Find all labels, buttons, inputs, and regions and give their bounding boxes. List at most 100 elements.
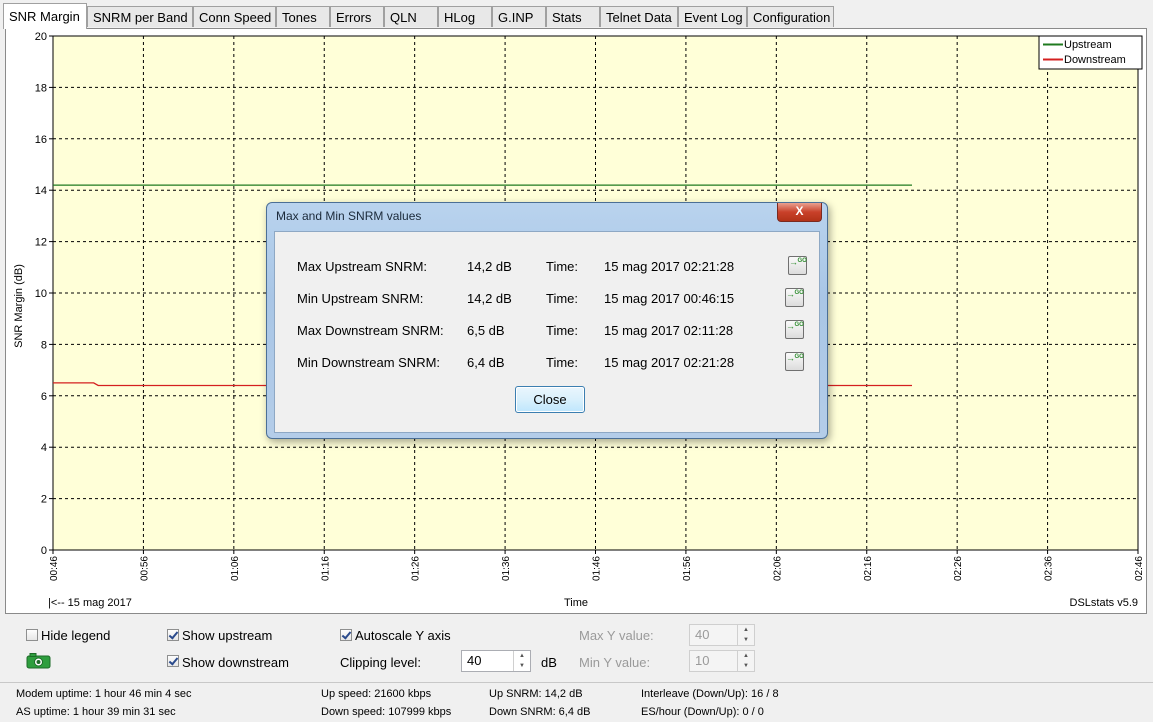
spin-up-icon[interactable]: ▲ [738,651,754,661]
snrm-row: Min Upstream SNRM: 14,2 dB Time: 15 mag … [275,288,819,311]
x-tick-label: 01:46 [592,556,603,581]
time-label: Time: [546,259,579,274]
tab-snrm-per-band[interactable]: SNRM per Band [87,6,193,27]
go-button[interactable]: → GO [785,352,804,371]
hide-legend-checkbox[interactable] [26,629,38,641]
time-label: Time: [546,355,579,370]
date-label: |<-- 15 mag 2017 [48,597,132,609]
legend: Upstream Downstream [1038,35,1143,70]
y-tick-label: 12 [35,237,47,249]
x-tick-label: 01:36 [501,556,512,581]
snrm-value: 14,2 dB [467,259,512,274]
tab-telnet-data[interactable]: Telnet Data [600,6,678,27]
snrm-row: Max Upstream SNRM: 14,2 dB Time: 15 mag … [275,256,819,279]
y-tick-label: 16 [35,134,47,146]
clipping-level-input[interactable]: 40 ▲ ▼ [461,650,531,672]
x-tick-label: 02:16 [863,556,874,581]
snrm-label: Min Downstream SNRM: [297,355,441,370]
x-tick-label: 01:16 [320,556,331,581]
clipping-level-value: 40 [467,653,482,668]
clipping-level-label: Clipping level: [340,655,421,670]
snrm-time: 15 mag 2017 00:46:15 [604,291,735,306]
x-axis-label: Time [564,597,588,609]
snrm-row: Max Downstream SNRM: 6,5 dB Time: 15 mag… [275,320,819,343]
time-label: Time: [546,291,579,306]
tab-errors[interactable]: Errors [330,6,384,27]
y-tick-label: 6 [41,391,47,403]
x-tick-label: 02:06 [772,556,783,581]
snrm-value: 6,5 dB [467,323,505,338]
up-speed: Up speed: 21600 kbps [321,688,432,700]
snrm-label: Max Downstream SNRM: [297,323,444,338]
tab-hlog[interactable]: HLog [438,6,492,27]
min-y-spinner[interactable]: ▲ ▼ [737,651,754,671]
y-tick-label: 8 [41,339,47,351]
chart-controls: Hide legend Show upstream Show downstrea… [0,615,1153,681]
go-button[interactable]: → GO [788,256,807,275]
show-upstream-label[interactable]: Show upstream [182,628,272,643]
y-axis-ticks: 0 2 4 6 8 10 12 14 16 18 20 [35,31,53,557]
time-label: Time: [546,323,579,338]
x-axis-ticks: 00:46 00:56 01:06 01:16 01:26 01:36 01:46 01:56… [49,550,1145,581]
tab-snr-margin[interactable]: SNR Margin [3,3,87,29]
tab-bar: SNR Margin SNRM per Band Conn Speed Tone… [0,0,1153,29]
y-tick-label: 4 [41,442,47,454]
hide-legend-label[interactable]: Hide legend [41,628,110,643]
spin-up-icon[interactable]: ▲ [738,625,754,635]
close-button[interactable]: Close [515,386,585,413]
interleave: Interleave (Down/Up): 16 / 8 [641,688,779,700]
max-y-label: Max Y value: [579,628,654,643]
version-label: DSLstats v5.9 [1070,597,1138,609]
snrm-row: Min Downstream SNRM: 6,4 dB Time: 15 mag… [275,352,819,375]
snrm-value: 6,4 dB [467,355,505,370]
go-button[interactable]: → GO [785,288,804,307]
x-tick-label: 02:46 [1134,556,1145,581]
x-tick-label: 02:36 [1044,556,1055,581]
show-upstream-checkbox[interactable] [167,629,179,641]
min-y-value: 10 [695,653,710,668]
clipping-unit-label: dB [541,655,557,670]
clipping-level-spinner[interactable]: ▲ ▼ [513,651,530,671]
max-y-input[interactable]: 40 ▲ ▼ [689,624,755,646]
as-uptime: AS uptime: 1 hour 39 min 31 sec [16,706,176,718]
x-tick-label: 00:56 [139,556,150,581]
tab-qln[interactable]: QLN [384,6,438,27]
spin-down-icon[interactable]: ▼ [738,635,754,645]
spin-down-icon[interactable]: ▼ [738,661,754,671]
tab-conn-speed[interactable]: Conn Speed [193,6,276,27]
dialog-body: Max Upstream SNRM: 14,2 dB Time: 15 mag … [274,231,820,433]
camera-icon[interactable] [26,653,51,669]
y-tick-label: 10 [35,288,47,300]
down-snrm: Down SNRM: 6,4 dB [489,706,591,718]
go-button[interactable]: → GO [785,320,804,339]
tab-ginp[interactable]: G.INP [492,6,546,27]
tab-stats[interactable]: Stats [546,6,600,27]
legend-upstream-label: Upstream [1064,39,1112,51]
tab-configuration[interactable]: Configuration [747,6,834,27]
max-y-value: 40 [695,627,710,642]
spin-down-icon[interactable]: ▼ [514,661,530,671]
spin-up-icon[interactable]: ▲ [514,651,530,661]
show-downstream-checkbox[interactable] [167,655,179,667]
tab-event-log[interactable]: Event Log [678,6,747,27]
x-tick-label: 02:26 [953,556,964,581]
x-tick-label: 01:06 [230,556,241,581]
snrm-time: 15 mag 2017 02:21:28 [604,259,735,274]
snrm-time: 15 mag 2017 02:11:28 [604,323,734,338]
min-y-input[interactable]: 10 ▲ ▼ [689,650,755,672]
snrm-time: 15 mag 2017 02:21:28 [604,355,735,370]
dialog-close-x-button[interactable]: X [777,203,822,222]
x-tick-label: 00:46 [49,556,60,581]
autoscale-y-label[interactable]: Autoscale Y axis [355,628,451,643]
x-tick-label: 01:56 [682,556,693,581]
max-y-spinner[interactable]: ▲ ▼ [737,625,754,645]
down-speed: Down speed: 107999 kbps [321,706,452,718]
y-tick-label: 2 [41,494,47,506]
autoscale-y-checkbox[interactable] [340,629,352,641]
es-hour: ES/hour (Down/Up): 0 / 0 [641,706,764,718]
status-bar: Modem uptime: 1 hour 46 min 4 sec AS upt… [0,682,1153,722]
show-downstream-label[interactable]: Show downstream [182,655,289,670]
snrm-label: Max Upstream SNRM: [297,259,428,274]
y-axis-label: SNR Margin (dB) [13,264,25,348]
tab-tones[interactable]: Tones [276,6,330,27]
